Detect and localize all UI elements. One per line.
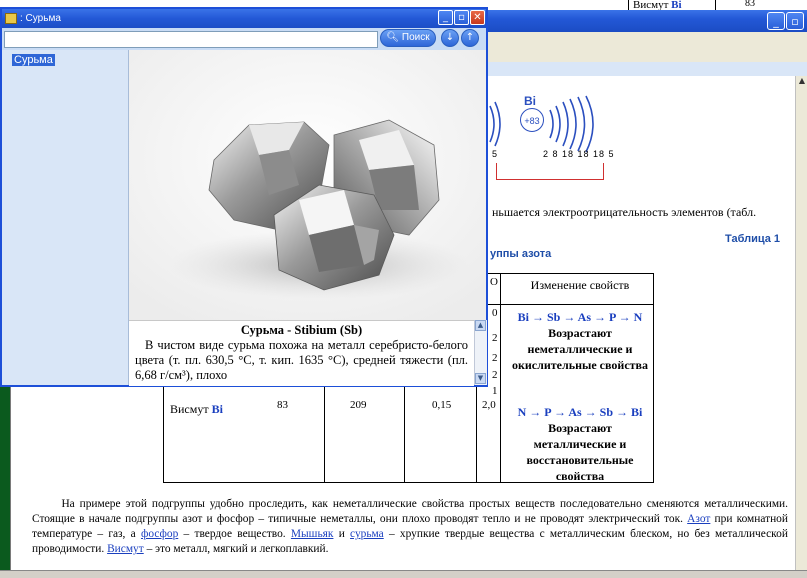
property-text-up: Возрастают металлические и восстановител… [526, 421, 634, 483]
close-icon[interactable]: ✕ [470, 10, 485, 25]
paragraph-part: – твердое вещество. [183, 528, 286, 540]
table-caption: Таблица 1 [725, 233, 781, 245]
link-antimony[interactable]: сурьма [350, 528, 384, 540]
property-change-up: N → P → As → Sb → Bi Возрастают металлич… [506, 404, 654, 484]
search-button[interactable]: 🔍︎ Поиск [380, 29, 436, 47]
popup-title: : Сурьма [20, 13, 61, 24]
back-arrow-icon[interactable]: ↓ [441, 29, 459, 47]
scroll-up-icon[interactable]: ▲ [797, 76, 807, 86]
top-cell-symbol: Bi [671, 0, 682, 10]
table-cell: 0 [492, 307, 498, 319]
property-text-down: Возрастают неметаллические и окислительн… [511, 326, 649, 372]
search-icon: 🔍︎ [386, 32, 400, 43]
sidebar-item-antimony[interactable]: Сурьма [12, 54, 55, 66]
table-cell: 2 [492, 369, 498, 381]
link-bismuth[interactable]: Висмут [107, 543, 144, 555]
electron-shells-diagram [489, 95, 594, 153]
caption-title: Сурьма - Stibium (Sb) [240, 323, 363, 337]
property-change-down: Bi → Sb → As → P → N Возрастают неметалл… [506, 309, 654, 373]
link-arsenic[interactable]: Мышьяк [291, 528, 334, 540]
paragraph-part: – это металл, мягкий и легкоплавкий. [146, 543, 329, 555]
popup-toolbar: 🔍︎ Поиск ↓ ↑ [2, 28, 486, 50]
scroll-down-icon[interactable]: ▼ [475, 373, 486, 384]
antimony-popup-window[interactable]: : Сурьма _ ▫ ✕ 🔍︎ Поиск ↓ ↑ Сурьма Сурьм… [0, 7, 488, 387]
antimony-photo [129, 50, 486, 320]
minimize-icon[interactable]: _ [767, 12, 785, 30]
shell-bracket [496, 163, 604, 180]
table-cell: 2 [492, 352, 498, 364]
top-cell-text: Висмут [633, 0, 669, 10]
link-azot[interactable]: Азот [687, 513, 710, 525]
search-button-label: Поиск [401, 32, 430, 43]
forward-arrow-icon[interactable]: ↑ [461, 29, 479, 47]
bismuth-symbol: Bi [211, 402, 223, 416]
table-cell: 2 [492, 332, 498, 344]
bismuth-atomic-number: 83 [277, 399, 288, 411]
paragraph-part: и [338, 528, 345, 540]
popup-titlebar[interactable]: : Сурьма _ ▫ ✕ [2, 9, 486, 28]
maximize-icon[interactable]: ▫ [786, 12, 804, 30]
app-icon [5, 13, 17, 24]
link-fosfor[interactable]: фосфор [141, 528, 178, 540]
bismuth-radius: 0,15 [432, 399, 452, 411]
column-header-change: Изменение свойств [530, 278, 630, 292]
shell-count-left: 5 [492, 149, 498, 159]
column-header-o: О [490, 276, 498, 288]
element-chain-down: Bi → Sb → As → P → N [517, 310, 643, 324]
bismuth-row-name: Висмут Bi [170, 402, 223, 417]
top-bismuth-cell: Висмут Bi [628, 0, 716, 10]
electronegativity-text: ньшается электроотрицательность элементо… [492, 205, 757, 219]
scroll-up-icon[interactable]: ▲ [475, 320, 486, 331]
caption-panel: Сурьма - Stibium (Sb) В чистом виде сурь… [129, 320, 474, 386]
bismuth-electronegativity: 2,0 [482, 399, 496, 411]
bismuth-name: Висмут [170, 402, 209, 416]
caption-text: В чистом виде сурьма похожа на металл се… [135, 338, 468, 382]
element-chain-up: N → P → As → Sb → Bi [517, 405, 643, 419]
table-divider [477, 304, 654, 305]
caption-scrollbar[interactable]: ▲ ▼ [474, 320, 487, 385]
popup-sidebar: Сурьма [2, 50, 129, 385]
table-divider [500, 274, 501, 482]
paragraph-text: На примере этой подгруппы удобно прослед… [32, 497, 788, 557]
shell-electron-counts: 2 8 18 18 18 5 [543, 149, 615, 159]
search-input[interactable] [4, 31, 378, 48]
group-title: уппы азота [490, 248, 552, 260]
table-cell: 1 [492, 385, 498, 397]
bismuth-mass: 209 [350, 399, 367, 411]
maximize-icon[interactable]: ▫ [454, 10, 469, 25]
document-scrollbar[interactable]: ▲ [795, 76, 807, 570]
minimize-icon[interactable]: _ [438, 10, 453, 25]
antimony-chunks-image [129, 50, 486, 320]
paragraph-part: На примере этой подгруппы удобно прослед… [32, 498, 788, 525]
top-num-cell: 83 [745, 0, 755, 9]
